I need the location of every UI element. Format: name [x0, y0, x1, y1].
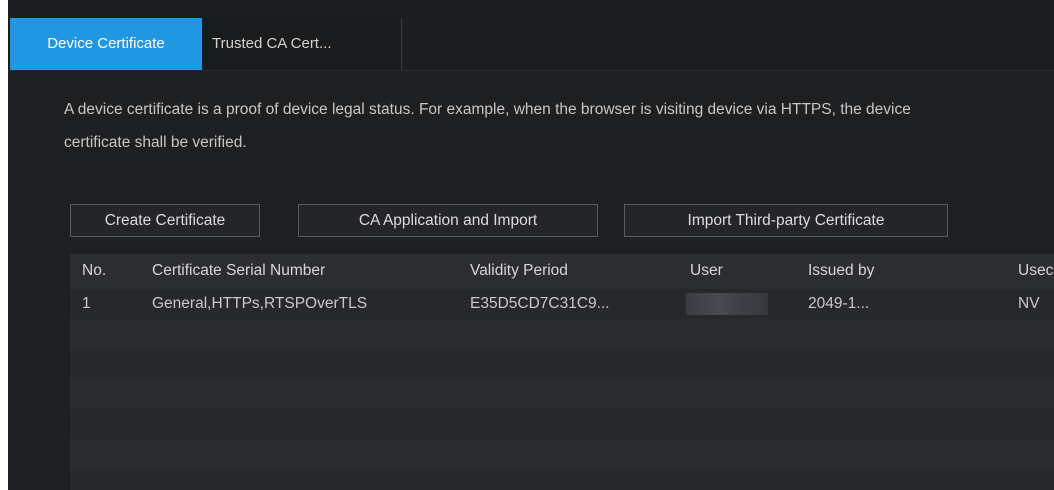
- certificate-panel: Device Certificate Trusted CA Cert... A …: [8, 0, 1054, 490]
- table-header: No. Certificate Serial Number Validity P…: [70, 254, 1054, 289]
- header-user: User: [690, 262, 723, 279]
- cell-user-redacted: [686, 293, 768, 315]
- header-no: No.: [82, 262, 107, 279]
- table-row-empty: [70, 379, 1054, 409]
- table-row[interactable]: 1 General,HTTPs,RTSPOverTLS E35D5CD7C31C…: [70, 289, 1054, 319]
- certificate-table: No. Certificate Serial Number Validity P…: [70, 254, 1054, 490]
- description-text: A device certificate is a proof of devic…: [64, 101, 911, 151]
- table-row-empty: [70, 409, 1054, 439]
- tab-content: A device certificate is a proof of devic…: [8, 71, 1054, 490]
- tab-trusted-ca-certificate[interactable]: Trusted CA Cert...: [202, 18, 402, 70]
- header-serial-number: Certificate Serial Number: [152, 262, 326, 279]
- header-used: Usec: [1018, 262, 1054, 279]
- table-row-empty: [70, 319, 1054, 349]
- tab-device-certificate[interactable]: Device Certificate: [10, 18, 202, 70]
- table-row-empty: [70, 469, 1054, 490]
- header-issued-by: Issued by: [808, 262, 875, 279]
- cell-used: NV: [1018, 295, 1040, 312]
- cell-validity-period: E35D5CD7C31C9...: [470, 295, 610, 312]
- table-row-empty: [70, 439, 1054, 469]
- ca-application-import-button[interactable]: CA Application and Import: [298, 204, 598, 237]
- table-row-empty: [70, 349, 1054, 379]
- cell-issued-by: 2049-1...: [808, 295, 870, 312]
- tab-bar: Device Certificate Trusted CA Cert...: [8, 0, 1054, 71]
- page-margin: [0, 0, 8, 490]
- create-certificate-button[interactable]: Create Certificate: [70, 204, 260, 237]
- cell-no: 1: [82, 295, 91, 312]
- header-validity-period: Validity Period: [470, 262, 568, 279]
- cell-serial-number: General,HTTPs,RTSPOverTLS: [152, 295, 368, 312]
- import-third-party-certificate-button[interactable]: Import Third-party Certificate: [624, 204, 948, 237]
